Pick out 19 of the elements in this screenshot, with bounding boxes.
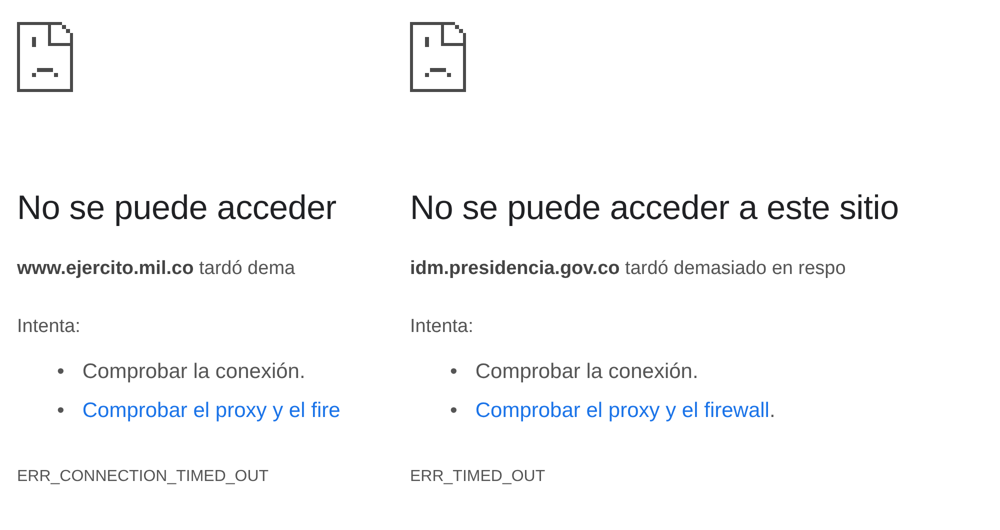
try-label: Intenta: bbox=[17, 316, 80, 338]
sad-page-icon bbox=[17, 22, 73, 92]
suggestion-text: Comprobar la conexión. bbox=[475, 359, 698, 385]
try-label: Intenta: bbox=[410, 316, 474, 338]
error-heading: No se puede acceder bbox=[17, 188, 338, 228]
error-code: ERR_TIMED_OUT bbox=[410, 468, 546, 486]
bullet: • bbox=[450, 398, 458, 424]
error-code: ERR_CONNECTION_TIMED_OUT bbox=[17, 468, 269, 486]
suggestion-text: Comprobar el proxy y el firewall. bbox=[475, 398, 776, 424]
bullet: • bbox=[450, 359, 458, 385]
bullet: • bbox=[57, 359, 64, 385]
proxy-firewall-link[interactable]: Comprobar el proxy y el fire bbox=[82, 391, 340, 430]
error-message: www.ejercito.mil.co tardó dema bbox=[17, 258, 296, 280]
bullet: • bbox=[57, 398, 64, 424]
error-heading: No se puede acceder a este sitio bbox=[410, 188, 900, 228]
error-message: idm.presidencia.gov.co tardó demasiado en respo bbox=[410, 258, 846, 280]
sad-page-icon bbox=[410, 22, 466, 92]
proxy-firewall-link[interactable]: Comprobar el proxy y el firewall bbox=[475, 399, 770, 422]
suggestion-text: Comprobar la conexión. bbox=[82, 359, 306, 385]
